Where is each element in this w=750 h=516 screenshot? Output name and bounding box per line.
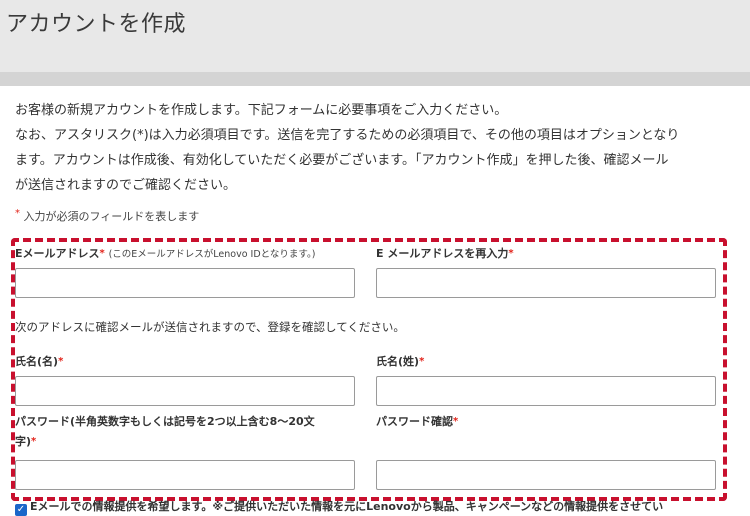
intro-line: なお、アスタリスク(*)は入力必須項目です。送信を完了するための必須項目で、その… xyxy=(15,128,680,143)
header-divider xyxy=(0,72,750,86)
required-legend-text: 入力が必須のフィールドを表します xyxy=(23,210,200,223)
confirmation-note: 次のアドレスに確認メールが送信されますので、登録を確認してください。 xyxy=(15,320,405,334)
password-confirm-field[interactable] xyxy=(376,460,716,490)
password-confirm-label-text: パスワード確認 xyxy=(376,415,453,428)
last-name-label: 氏名(姓)* xyxy=(376,354,424,370)
password-field[interactable] xyxy=(15,460,355,490)
email-confirm-field[interactable] xyxy=(376,268,716,298)
email-label-text: Eメールアドレス xyxy=(15,247,100,260)
first-name-label: 氏名(名)* xyxy=(15,354,63,370)
email-hint: (このEメールアドレスがLenovo IDとなります。) xyxy=(108,249,316,260)
intro-text: お客様の新規アカウントを作成します。下記フォームに必要事項をご入力ください。 な… xyxy=(15,98,735,198)
page-header: アカウントを作成 xyxy=(0,0,750,72)
password-label: パスワード(半角英数字もしくは記号を2つ以上含む8～20文 字)* xyxy=(15,414,355,450)
required-asterisk: * xyxy=(419,356,425,367)
email-confirm-label-text: E メールアドレスを再入力 xyxy=(376,247,509,260)
first-name-label-text: 氏名(名) xyxy=(15,355,59,368)
first-name-field[interactable] xyxy=(15,376,355,406)
email-confirm-label: E メールアドレスを再入力* xyxy=(376,246,514,262)
required-asterisk: * xyxy=(31,436,37,447)
email-label: Eメールアドレス* (このEメールアドレスがLenovo IDとなります。) xyxy=(15,246,315,263)
email-opt-in-row[interactable]: ✓ Eメールでの情報提供を希望します。※ご提供いただいた情報を元にLenovoから… xyxy=(15,498,750,516)
intro-line: ます。アカウントは作成後、有効化していただく必要がございます。「アカウント作成」… xyxy=(15,153,669,168)
required-asterisk: * xyxy=(15,208,20,219)
opt-in-checkbox[interactable]: ✓ xyxy=(15,504,27,516)
password-label-line: 字) xyxy=(15,435,32,448)
email-field[interactable] xyxy=(15,268,355,298)
intro-line: お客様の新規アカウントを作成します。下記フォームに必要事項をご入力ください。 xyxy=(15,103,508,118)
required-asterisk: * xyxy=(453,416,459,427)
last-name-field[interactable] xyxy=(376,376,716,406)
password-confirm-label: パスワード確認* xyxy=(376,414,458,430)
required-legend: * 入力が必須のフィールドを表します xyxy=(15,208,199,224)
required-asterisk: * xyxy=(58,356,64,367)
last-name-label-text: 氏名(姓) xyxy=(376,355,420,368)
required-asterisk: * xyxy=(508,248,514,259)
intro-line: が送信されますのでご確認ください。 xyxy=(15,178,237,193)
password-label-line: パスワード(半角英数字もしくは記号を2つ以上含む8～20文 xyxy=(15,415,315,428)
required-asterisk: * xyxy=(99,248,105,259)
page-title: アカウントを作成 xyxy=(6,12,187,37)
opt-in-label: Eメールでの情報提供を希望します。※ご提供いただいた情報を元にLenovoから製… xyxy=(30,500,664,513)
